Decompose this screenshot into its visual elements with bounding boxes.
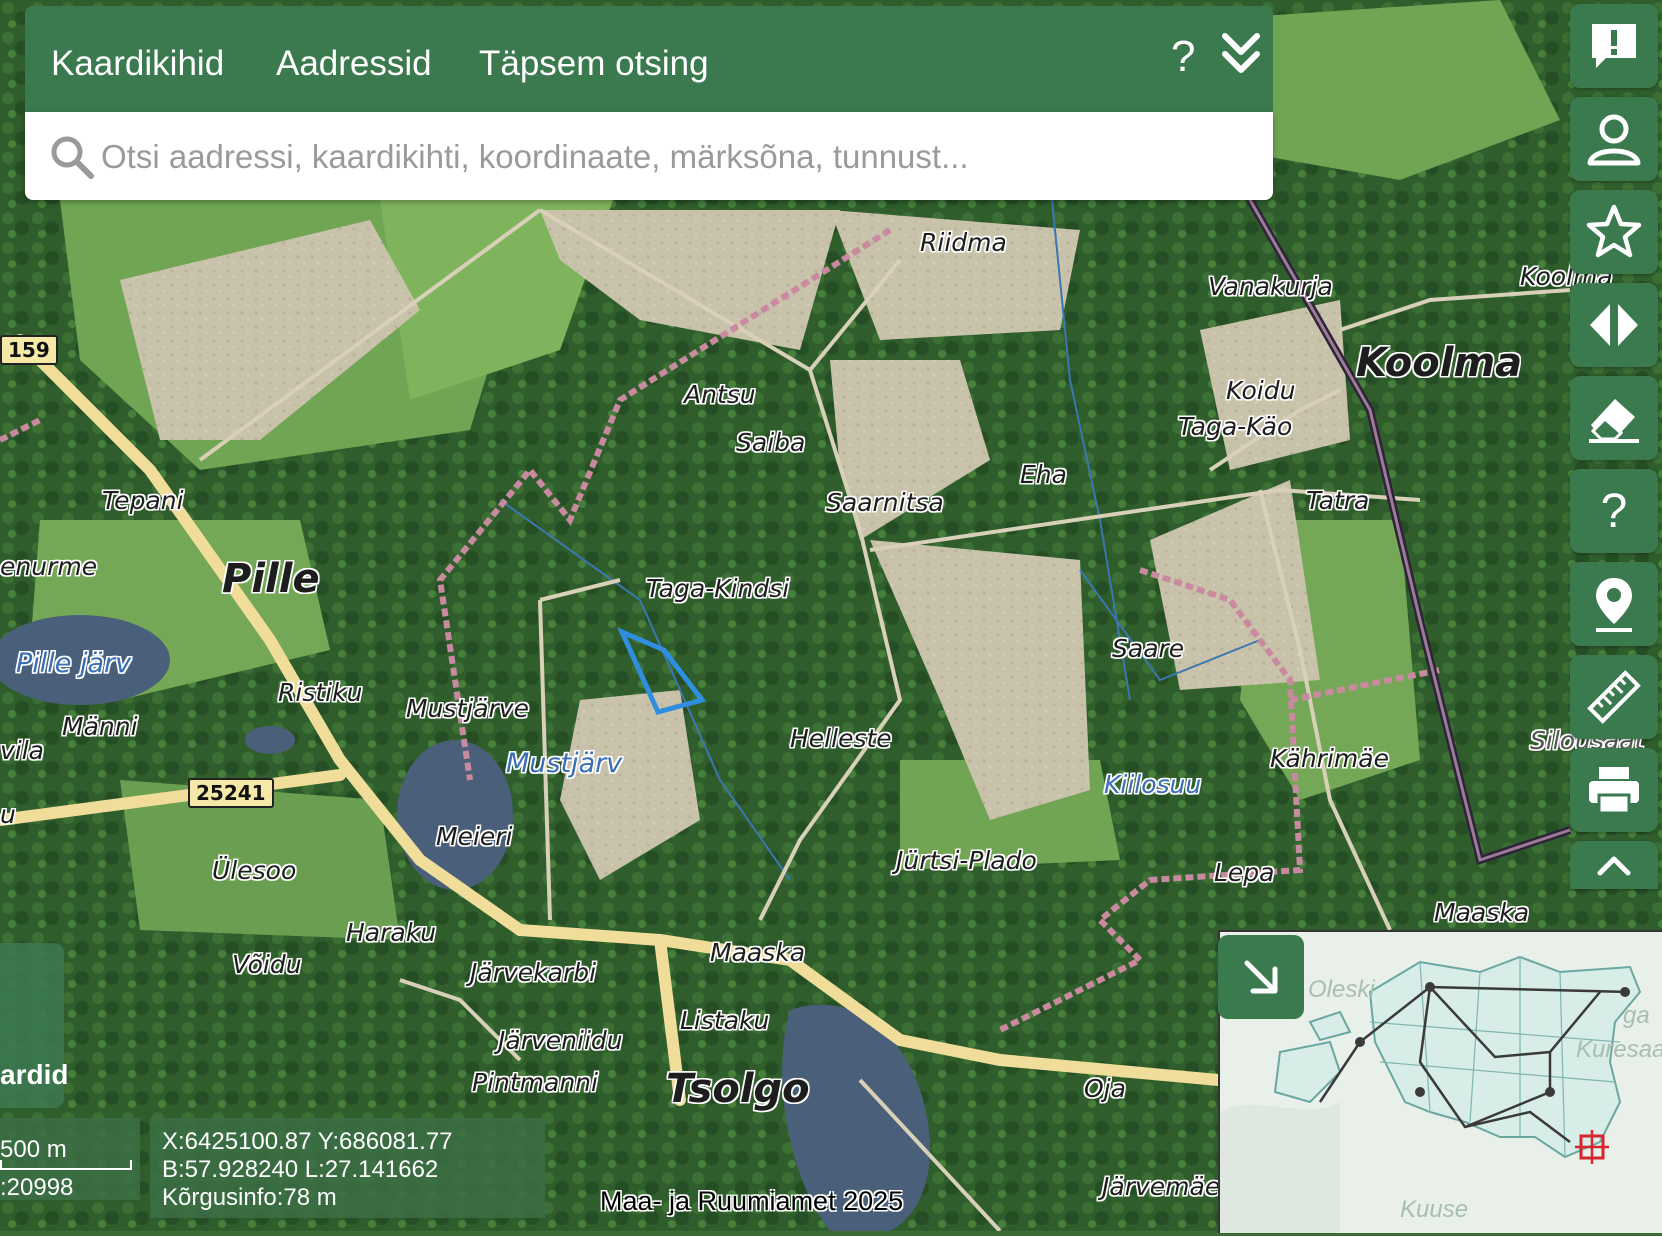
scale-bar: 500 m :20998 bbox=[0, 1118, 140, 1201]
feedback-icon bbox=[1592, 24, 1636, 68]
place-label: Vanakurja bbox=[1208, 272, 1333, 301]
place-label: Ristiku bbox=[278, 678, 363, 707]
search-tabs: Kaardikihid Aadressid Täpsem otsing ? bbox=[25, 6, 1273, 112]
place-label: Oja bbox=[1084, 1074, 1126, 1103]
collapse-overview-button[interactable] bbox=[1218, 935, 1304, 1019]
place-label: Järveniidu bbox=[498, 1026, 623, 1055]
place-label: Koidu bbox=[1226, 376, 1296, 405]
location-pin-icon bbox=[1596, 578, 1632, 632]
map-attribution: Maa- ja Ruumiamet 2025 bbox=[600, 1186, 904, 1216]
place-label: Antsu bbox=[684, 380, 756, 409]
village-label: Tsolgo bbox=[666, 1066, 810, 1112]
ruler-icon bbox=[1587, 670, 1641, 724]
map-cards-button[interactable]: ardid bbox=[0, 943, 68, 1108]
lake-label: Mustjärv bbox=[506, 748, 623, 779]
search-panel: Kaardikihid Aadressid Täpsem otsing ? bbox=[25, 6, 1273, 200]
tab-aadressid[interactable]: Aadressid bbox=[276, 44, 432, 84]
place-label: Taga-Kindsi bbox=[646, 574, 790, 603]
place-label: enurme bbox=[0, 552, 98, 581]
print-button[interactable] bbox=[1570, 748, 1658, 832]
place-label: Mustjärve bbox=[406, 694, 529, 723]
place-label: Pintmanni bbox=[472, 1068, 598, 1097]
location-button[interactable] bbox=[1570, 562, 1658, 646]
lake-label: Pille järv bbox=[16, 648, 132, 679]
double-chevron-down-icon bbox=[1222, 33, 1260, 73]
overview-label: ga bbox=[1623, 1002, 1650, 1029]
user-icon bbox=[1587, 114, 1641, 166]
search-icon bbox=[51, 136, 94, 179]
tab-tapsem-otsing[interactable]: Täpsem otsing bbox=[479, 44, 709, 84]
scale-ratio: :20998 bbox=[0, 1174, 74, 1201]
place-label: Saarnitsa bbox=[826, 488, 944, 517]
village-label: Pille bbox=[222, 556, 320, 602]
place-label: Tepani bbox=[102, 486, 184, 515]
road-number: 159 bbox=[0, 335, 58, 365]
place-label: Järvekarbi bbox=[470, 958, 597, 987]
eraser-icon bbox=[1589, 399, 1639, 443]
current-location-marker bbox=[1575, 1130, 1609, 1164]
place-label: u bbox=[0, 800, 16, 829]
coordinate-readout: X:6425100.87 Y:686081.77 B:57.928240 L:2… bbox=[150, 1118, 545, 1218]
village-label: Koolma bbox=[1356, 340, 1523, 386]
place-label: Maaska bbox=[710, 938, 806, 967]
elevation-info: Kõrgusinfo:78 m bbox=[162, 1184, 337, 1211]
place-label: Meieri bbox=[436, 822, 513, 851]
help-button[interactable]: ? bbox=[1171, 32, 1195, 82]
collapse-panel-button[interactable] bbox=[1220, 30, 1262, 83]
place-label: Maaska bbox=[1434, 898, 1530, 927]
place-label: Kährimäe bbox=[1270, 744, 1389, 773]
road-number: 25241 bbox=[188, 778, 274, 808]
place-label: Jürtsi-Plado bbox=[896, 846, 1037, 875]
overview-label: Kuuse bbox=[1400, 1196, 1469, 1223]
print-icon bbox=[1589, 767, 1639, 815]
favorites-button[interactable] bbox=[1570, 190, 1658, 274]
coords-bl: B:57.928240 L:27.141662 bbox=[162, 1156, 439, 1183]
compare-icon bbox=[1590, 304, 1638, 346]
measure-button[interactable] bbox=[1570, 655, 1658, 739]
search-input[interactable] bbox=[99, 126, 1243, 188]
place-label: Männi bbox=[62, 712, 138, 741]
overview-label: Oleski bbox=[1308, 976, 1375, 1003]
place-label: Haraku bbox=[346, 918, 437, 947]
place-label: Saare bbox=[1112, 634, 1185, 663]
place-label: Ülesoo bbox=[212, 856, 297, 885]
place-label: Taga-Käo bbox=[1178, 412, 1293, 441]
place-label: Võidu bbox=[232, 950, 302, 979]
arrow-down-right-icon bbox=[1244, 960, 1278, 994]
star-icon bbox=[1586, 204, 1642, 258]
place-label: Helleste bbox=[790, 724, 892, 753]
feedback-button[interactable] bbox=[1570, 4, 1658, 88]
tab-kaardikihid[interactable]: Kaardikihid bbox=[51, 44, 224, 84]
place-label: vila bbox=[0, 736, 45, 765]
place-label: Tatra bbox=[1306, 486, 1370, 515]
place-label: Järvemäe bbox=[1102, 1172, 1221, 1201]
place-label: Kiilosuu bbox=[1104, 770, 1202, 799]
place-label: Lepa bbox=[1214, 858, 1275, 887]
coords-xy: X:6425100.87 Y:686081.77 bbox=[162, 1128, 453, 1155]
eraser-button[interactable] bbox=[1570, 376, 1658, 460]
map-cards-label: ardid bbox=[0, 1059, 69, 1090]
help-tool-button[interactable]: ? bbox=[1570, 469, 1658, 553]
toolbar-toggle-button[interactable] bbox=[1570, 841, 1658, 889]
chevron-up-icon bbox=[1597, 856, 1631, 876]
user-button[interactable] bbox=[1570, 97, 1658, 181]
scale-line bbox=[0, 1160, 132, 1170]
place-label: Listaku bbox=[680, 1006, 770, 1035]
compare-button[interactable] bbox=[1570, 283, 1658, 367]
place-label: Eha bbox=[1020, 460, 1067, 489]
place-label: Riidma bbox=[920, 228, 1007, 257]
search-box bbox=[25, 112, 1273, 200]
overview-label: Kuresaa bbox=[1576, 1036, 1662, 1063]
place-label: Saiba bbox=[736, 428, 806, 457]
